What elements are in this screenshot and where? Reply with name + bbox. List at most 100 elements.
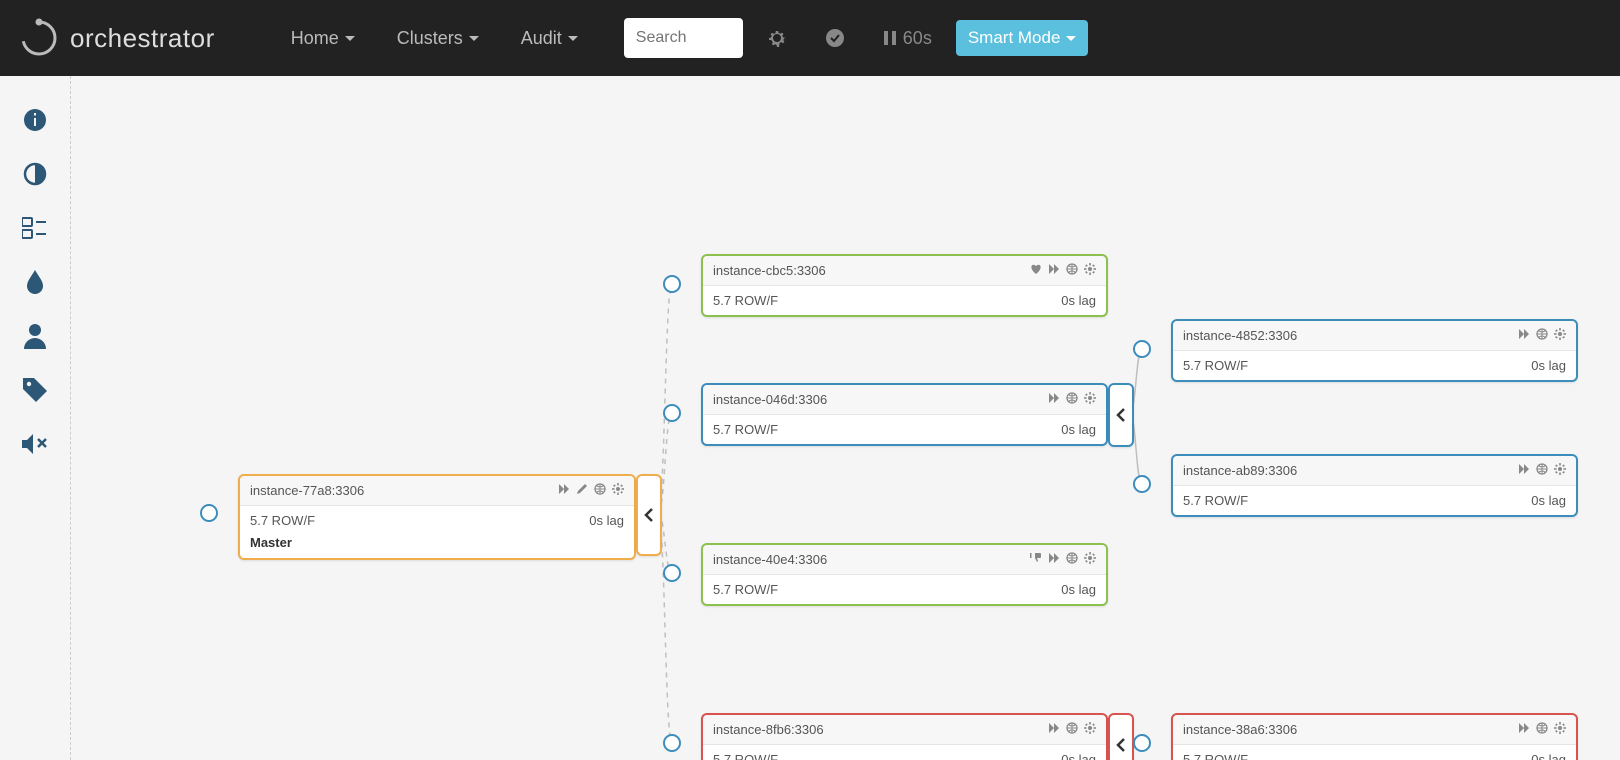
brand[interactable]: orchestrator [18, 17, 215, 59]
fast-forward-icon[interactable] [1048, 552, 1060, 567]
node-body: 5.7 ROW/F 0s lag [703, 415, 1106, 444]
instance-lag: 0s lag [1061, 422, 1096, 437]
caret-down-icon [568, 36, 578, 41]
caret-down-icon [469, 36, 479, 41]
gear-icon[interactable] [1084, 722, 1096, 737]
globe-icon[interactable] [1536, 463, 1548, 478]
gear-icon[interactable] [1554, 328, 1566, 343]
nav-audit-label: Audit [521, 28, 562, 49]
gear-icon[interactable] [1554, 722, 1566, 737]
gear-icon[interactable] [1084, 263, 1096, 278]
nav-home[interactable]: Home [275, 18, 371, 59]
instance-lag: 0s lag [1061, 752, 1096, 760]
instance-name: instance-40e4:3306 [713, 552, 827, 567]
collapse-toggle[interactable] [636, 474, 662, 556]
instance-lag: 0s lag [1531, 358, 1566, 373]
chevron-left-icon [1116, 738, 1126, 752]
brand-logo-icon [18, 17, 60, 59]
list-icon[interactable] [21, 214, 49, 242]
gear-icon[interactable] [612, 483, 624, 498]
check-circle-icon[interactable] [811, 28, 859, 48]
info-icon[interactable] [21, 106, 49, 134]
gear-icon[interactable] [1084, 552, 1096, 567]
fast-forward-icon[interactable] [1518, 328, 1530, 343]
connector-circle [1133, 340, 1151, 358]
instance-node[interactable]: instance-77a8:3306 5.7 ROW/F 0s lag Mast… [238, 474, 636, 560]
globe-icon[interactable] [1536, 722, 1548, 737]
node-header: instance-4852:3306 [1173, 321, 1576, 351]
node-body: 5.7 ROW/F 0s lag [703, 286, 1106, 315]
pencil-icon[interactable] [576, 483, 588, 498]
collapse-toggle[interactable] [1108, 383, 1134, 447]
instance-lag: 0s lag [1531, 752, 1566, 760]
pause-refresh[interactable]: 60s [869, 28, 946, 49]
globe-icon[interactable] [1066, 552, 1078, 567]
instance-lag: 0s lag [1061, 293, 1096, 308]
instance-lag: 0s lag [589, 513, 624, 528]
volume-mute-icon[interactable] [21, 430, 49, 458]
instance-node[interactable]: instance-046d:3306 5.7 ROW/F 0s lag [701, 383, 1108, 446]
nav-clusters[interactable]: Clusters [381, 18, 495, 59]
brand-name: orchestrator [70, 23, 215, 54]
node-body: 5.7 ROW/F 0s lag [703, 745, 1106, 760]
pause-icon [883, 30, 897, 46]
caret-down-icon [1066, 36, 1076, 41]
instance-lag: 0s lag [1061, 582, 1096, 597]
instance-node[interactable]: instance-ab89:3306 5.7 ROW/F 0s lag [1171, 454, 1578, 517]
instance-node[interactable]: instance-cbc5:3306 5.7 ROW/F 0s lag [701, 254, 1108, 317]
globe-icon[interactable] [594, 483, 606, 498]
globe-icon[interactable] [1066, 263, 1078, 278]
instance-node[interactable]: instance-8fb6:3306 5.7 ROW/F 0s lag [701, 713, 1108, 760]
nav-audit[interactable]: Audit [505, 18, 594, 59]
connector-circle [663, 734, 681, 752]
gear-icon[interactable] [1084, 392, 1096, 407]
globe-icon[interactable] [1066, 722, 1078, 737]
fast-forward-icon[interactable] [1048, 392, 1060, 407]
smart-mode-label: Smart Mode [968, 28, 1061, 48]
instance-node[interactable]: instance-40e4:3306 5.7 ROW/F 0s lag [701, 543, 1108, 606]
tag-icon[interactable] [21, 376, 49, 404]
fast-forward-icon[interactable] [1048, 263, 1060, 278]
instance-name: instance-8fb6:3306 [713, 722, 824, 737]
instance-node[interactable]: instance-4852:3306 5.7 ROW/F 0s lag [1171, 319, 1578, 382]
instance-name: instance-ab89:3306 [1183, 463, 1297, 478]
node-icons [1030, 263, 1096, 278]
user-icon[interactable] [21, 322, 49, 350]
fast-forward-icon[interactable] [1048, 722, 1060, 737]
gear-icon[interactable] [1554, 463, 1566, 478]
fast-forward-icon[interactable] [558, 483, 570, 498]
instance-node[interactable]: instance-38a6:3306 5.7 ROW/F 0s lag [1171, 713, 1578, 760]
connector-circle [663, 275, 681, 293]
connector-circle [663, 404, 681, 422]
node-header: instance-8fb6:3306 [703, 715, 1106, 745]
smart-mode-button[interactable]: Smart Mode [956, 20, 1089, 56]
fast-forward-icon[interactable] [1518, 463, 1530, 478]
connector-circle [1133, 475, 1151, 493]
node-header: instance-77a8:3306 [240, 476, 634, 506]
node-body: 5.7 ROW/F 0s lag [1173, 745, 1576, 760]
collapse-toggle[interactable] [1108, 713, 1134, 760]
instance-role: Master [240, 535, 634, 558]
connector-circle [1133, 734, 1151, 752]
fast-forward-icon[interactable] [1518, 722, 1530, 737]
instance-name: instance-046d:3306 [713, 392, 827, 407]
chevron-left-icon [644, 508, 654, 522]
node-header: instance-38a6:3306 [1173, 715, 1576, 745]
instance-version: 5.7 ROW/F [713, 422, 778, 437]
tint-icon[interactable] [21, 268, 49, 296]
node-body: 5.7 ROW/F 0s lag [1173, 351, 1576, 380]
settings-gear-icon[interactable] [753, 28, 801, 48]
contrast-icon[interactable] [21, 160, 49, 188]
globe-icon[interactable] [1066, 392, 1078, 407]
instance-version: 5.7 ROW/F [1183, 752, 1248, 760]
search-input[interactable] [624, 18, 743, 58]
topology-canvas[interactable]: instance-77a8:3306 5.7 ROW/F 0s lag Mast… [71, 76, 1620, 760]
thumbs-down-icon[interactable] [1030, 552, 1042, 567]
instance-version: 5.7 ROW/F [713, 293, 778, 308]
node-icons [1030, 552, 1096, 567]
node-body: 5.7 ROW/F 0s lag [240, 506, 634, 535]
connector-circle [663, 564, 681, 582]
globe-icon[interactable] [1536, 328, 1548, 343]
node-icons [1048, 722, 1096, 737]
heart-icon[interactable] [1030, 263, 1042, 278]
